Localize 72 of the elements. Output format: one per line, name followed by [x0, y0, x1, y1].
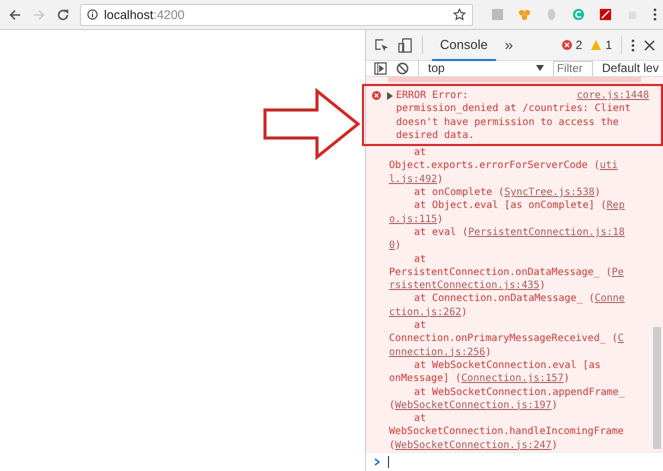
reload-icon[interactable]	[56, 8, 70, 22]
star-icon[interactable]	[453, 8, 466, 21]
warning-count: 1	[605, 38, 612, 52]
stack-trace-line: Object.exports.errorForServerCode (uti	[388, 159, 619, 173]
source-link[interactable]: uti	[600, 160, 618, 172]
sidebar-toggle-icon[interactable]	[374, 62, 387, 75]
source-link[interactable]: Rep	[606, 200, 625, 212]
source-link[interactable]: PersistentConnection.js:18	[468, 226, 625, 238]
source-link[interactable]: WebSocketConnection.js:197	[395, 400, 552, 411]
stack-trace-line: at	[413, 252, 428, 266]
source-link[interactable]: core.js:1448	[576, 88, 649, 102]
stack-trace-line: at	[413, 319, 428, 332]
stack-trace-line: (WebSocketConnection.js:247)	[388, 438, 559, 452]
stack-trace-line: 0)	[388, 239, 402, 253]
error-icon	[562, 40, 572, 50]
stack-trace-line: ction.js:262)	[388, 306, 468, 320]
menu-icon[interactable]	[653, 8, 657, 21]
stack-trace-line: at	[413, 146, 428, 160]
menu-icon[interactable]	[631, 38, 635, 52]
source-link[interactable]: Connection.js:157	[461, 373, 564, 384]
source-link[interactable]: WebSocketConnection.js:247	[395, 440, 552, 451]
stack-trace-line: at eval (PersistentConnection.js:18	[413, 226, 626, 240]
stack-trace-line: rsistentConnection.js:435)	[388, 279, 547, 292]
error-count: 2	[576, 38, 582, 52]
source-link[interactable]: o.js:115	[389, 214, 438, 225]
caret-icon	[536, 65, 544, 72]
source-link[interactable]: SyncTree.js:538	[504, 187, 595, 198]
console-input[interactable]	[366, 452, 663, 471]
warning-icon	[591, 40, 602, 50]
expand-icon[interactable]	[387, 92, 393, 100]
info-icon	[87, 9, 98, 20]
stack-trace-line: l.js:492)	[388, 172, 444, 186]
stack-trace-line: at onComplete (SyncTree.js:538)	[413, 186, 602, 200]
device-icon[interactable]	[398, 38, 413, 52]
source-link[interactable]: C	[618, 333, 624, 344]
stack-trace-line: PersistentConnection.onDataMessage_ (Pe	[388, 266, 625, 280]
source-link[interactable]: ction.js:262	[389, 306, 462, 318]
stack-trace-line: o.js:115)	[388, 212, 444, 226]
error-icon	[372, 91, 381, 100]
inspect-icon[interactable]	[374, 38, 389, 52]
source-link[interactable]: 0	[389, 240, 396, 252]
filter-field[interactable]: Filter	[553, 61, 593, 76]
stack-trace-line: onnection.js:256)	[388, 346, 492, 359]
stack-trace-line: at	[413, 412, 428, 426]
url-text: localhost:4200	[104, 8, 186, 22]
source-link[interactable]: Conne	[594, 293, 625, 304]
stack-trace-line: at Object.eval [as onComplete] (Rep	[413, 199, 626, 213]
stack-trace-line: Connection.onPrimaryMessageReceived_ (C	[388, 332, 625, 346]
extension-icon[interactable]	[599, 8, 612, 21]
stack-trace-line: onMessage] (Connection.js:157)	[388, 372, 571, 386]
stack-trace-line: at WebSocketConnection.eval [as	[413, 358, 602, 372]
address-bar[interactable]: localhost:4200	[80, 4, 473, 26]
close-icon[interactable]	[644, 40, 655, 50]
scrollbar[interactable]	[653, 326, 661, 449]
source-link[interactable]: l.js:492	[389, 174, 438, 185]
arrow-icon	[263, 88, 361, 160]
back-icon[interactable]	[8, 8, 22, 22]
more-tabs-button[interactable]: »	[504, 36, 514, 54]
stack-trace-line: at Connection.onDataMessage_ (Conne	[413, 292, 626, 306]
log-levels-dropdown[interactable]: Default lev	[602, 61, 659, 76]
prompt-icon	[374, 458, 380, 466]
source-link[interactable]: onnection.js:256	[389, 346, 486, 358]
stack-trace-line: at WebSocketConnection.appendFrame_	[413, 386, 626, 399]
error-message: permission_denied at /countries: Client doesn't have permission to access the desired data.	[396, 102, 631, 142]
stack-trace-line: (WebSocketConnection.js:197)	[388, 398, 559, 412]
context-dropdown[interactable]: top	[428, 61, 544, 76]
clear-icon[interactable]	[396, 62, 409, 75]
stack-trace-line: WebSocketConnection.handleIncomingFrame	[388, 425, 625, 439]
console-tab[interactable]: Console	[432, 30, 496, 60]
source-link[interactable]: rsistentConnection.js:435	[389, 280, 540, 292]
error-title: ERROR Error:	[396, 88, 468, 102]
source-link[interactable]: Pe	[612, 266, 624, 278]
